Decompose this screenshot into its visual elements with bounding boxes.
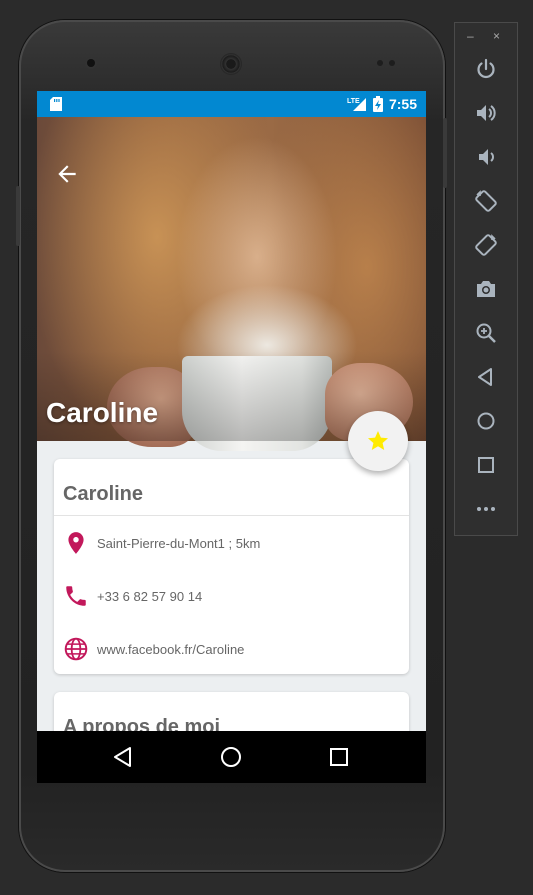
power-icon[interactable] — [474, 57, 498, 81]
nav-back-icon[interactable] — [111, 745, 135, 769]
location-row[interactable]: Saint-Pierre-du-Mont1 ; 5km — [54, 523, 409, 563]
sd-card-icon — [50, 97, 62, 111]
favorite-button[interactable] — [348, 411, 408, 471]
minimize-button[interactable]: – — [467, 29, 474, 43]
website-text: www.facebook.fr/Caroline — [97, 641, 245, 657]
volume-down-icon[interactable] — [474, 145, 498, 169]
card-divider — [54, 515, 409, 516]
phone-icon — [66, 586, 86, 606]
close-button[interactable]: × — [493, 29, 500, 43]
navigation-bar — [37, 731, 426, 783]
nav-home-icon[interactable] — [219, 745, 243, 769]
status-bar: LTE 7:55 — [37, 91, 426, 117]
nav-overview-icon[interactable] — [327, 745, 351, 769]
status-time: 7:55 — [388, 96, 417, 112]
front-camera — [87, 59, 95, 67]
location-text: Saint-Pierre-du-Mont1 ; 5km — [97, 535, 261, 551]
profile-info-card: Caroline Saint-Pierre-du-Mont1 ; 5km +33… — [54, 459, 409, 674]
zoom-icon[interactable] — [474, 321, 498, 345]
earpiece-speaker — [220, 53, 242, 75]
sensors — [377, 60, 395, 66]
device-screen: LTE 7:55 Caroline Caroline Saint-Pierre-… — [37, 91, 426, 783]
emulator-toolbar: – × — [454, 22, 518, 536]
rotate-left-icon[interactable] — [474, 189, 498, 213]
location-pin-icon — [68, 532, 84, 554]
card-title: Caroline — [63, 483, 144, 505]
overview-icon[interactable] — [474, 453, 498, 477]
more-icon[interactable] — [474, 497, 498, 521]
svg-text:LTE: LTE — [347, 98, 360, 105]
star-icon — [368, 431, 388, 450]
side-button-right — [443, 118, 447, 188]
hero-title: Caroline — [46, 397, 159, 428]
globe-icon — [64, 637, 88, 661]
phone-row[interactable]: +33 6 82 57 90 14 — [54, 576, 409, 616]
home-icon[interactable] — [474, 409, 498, 433]
profile-photo — [37, 117, 426, 451]
website-row[interactable]: www.facebook.fr/Caroline — [54, 629, 409, 669]
toolbar-window-controls: – × — [455, 27, 517, 47]
volume-up-icon[interactable] — [474, 101, 498, 125]
battery-charging-icon — [372, 96, 383, 112]
side-button-left — [16, 186, 20, 246]
camera-icon[interactable] — [474, 277, 498, 301]
lte-signal-icon: LTE — [347, 98, 366, 111]
back-arrow-icon[interactable] — [54, 161, 80, 187]
phone-text: +33 6 82 57 90 14 — [97, 588, 203, 604]
back-icon[interactable] — [474, 365, 498, 389]
rotate-right-icon[interactable] — [474, 233, 498, 257]
